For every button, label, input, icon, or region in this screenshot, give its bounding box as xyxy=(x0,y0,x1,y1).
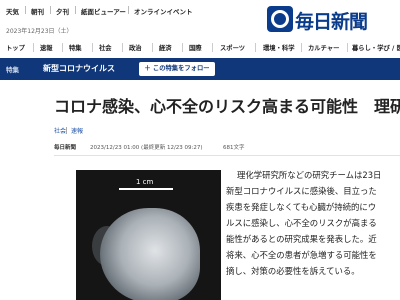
article-source: 毎日新聞 xyxy=(54,145,77,151)
current-date: 2023年12月23日（土） xyxy=(6,28,73,35)
divider xyxy=(301,43,302,52)
char-count: 681文字 xyxy=(223,145,245,151)
evening-edition-link[interactable]: 夕刊 xyxy=(56,6,69,16)
divider xyxy=(182,43,183,52)
divider xyxy=(92,43,93,52)
article-title: コロナ感染、心不全のリスク高まる可能性 理研 xyxy=(54,97,400,116)
body-line: 疾患を発症しなくても心臓が持続的にウ xyxy=(226,202,377,212)
divider xyxy=(122,43,123,52)
weather-link[interactable]: 天気 xyxy=(6,6,19,16)
category-link-society[interactable]: 社会 xyxy=(54,126,66,135)
article-photo[interactable]: 1 cm xyxy=(76,170,221,300)
nav-item-society[interactable]: 社会 xyxy=(99,43,112,52)
category-link-breaking[interactable]: 速報 xyxy=(71,126,83,135)
feature-tag: 特集 xyxy=(6,66,19,74)
divider xyxy=(75,6,76,14)
divider xyxy=(33,43,34,52)
article-body: 理化学研究所などの研究チームは23日 新型コロナウイルスに感染後、目立った 疾患… xyxy=(226,167,400,279)
photo-scale-label: 1 cm xyxy=(136,178,154,186)
divider xyxy=(54,155,400,156)
nav-item-life[interactable]: 暮らし・学び / 医療 xyxy=(352,43,400,52)
feature-title[interactable]: 新型コロナウイルス xyxy=(43,63,115,74)
divider xyxy=(255,43,256,52)
body-line: 将来、心不全の患者が急増する可能性を xyxy=(226,250,377,260)
site-logo[interactable]: 毎日新聞 xyxy=(267,6,395,33)
body-line: 摘し、対策の必要性を訴えている。 xyxy=(226,266,360,276)
body-line: 理化学研究所などの研究チームは23日 xyxy=(237,170,382,180)
body-line: ルスに感染し、心不全のリスクが高まる xyxy=(226,218,377,228)
divider xyxy=(212,43,213,52)
feature-band: 特集 新型コロナウイルス ＋ この特集をフォロー xyxy=(0,58,400,80)
nav-item-economy[interactable]: 経済 xyxy=(159,43,172,52)
photo-scale-bar xyxy=(119,188,173,190)
body-line: 新型コロナウイルスに感染後、目立った xyxy=(226,186,377,196)
nav-item-features[interactable]: 特集 xyxy=(69,43,82,52)
photo-tissue-sample xyxy=(100,208,200,300)
morning-edition-link[interactable]: 朝刊 xyxy=(31,6,44,16)
nav-item-top[interactable]: トップ xyxy=(6,43,25,52)
publish-timestamp: 2023/12/23 01:00 (最終更新 12/23 09:27) xyxy=(90,145,203,151)
paper-viewer-link[interactable]: 紙面ビューアー xyxy=(81,6,126,16)
nav-item-international[interactable]: 国際 xyxy=(189,43,202,52)
divider xyxy=(128,6,129,14)
divider xyxy=(25,6,26,14)
nav-item-politics[interactable]: 政治 xyxy=(129,43,142,52)
logo-text: 毎日新聞 xyxy=(295,11,368,33)
body-line: 能性があるとの研究成果を発表した。近 xyxy=(226,234,377,244)
main-nav: トップ 速報 特集 社会 政治 経済 国際 スポーツ 環境・科学 カルチャー 暮… xyxy=(0,38,400,57)
nav-item-breaking[interactable]: 速報 xyxy=(40,43,53,52)
nav-item-science[interactable]: 環境・科学 xyxy=(263,43,294,52)
divider xyxy=(152,43,153,52)
divider xyxy=(347,43,348,52)
follow-feature-button[interactable]: ＋ この特集をフォロー xyxy=(139,62,215,76)
divider xyxy=(62,43,63,52)
online-events-link[interactable]: オンラインイベント xyxy=(134,6,193,16)
nav-item-sports[interactable]: スポーツ xyxy=(220,43,245,52)
divider xyxy=(50,6,51,14)
nav-item-culture[interactable]: カルチャー xyxy=(308,43,339,52)
logo-mark-icon xyxy=(267,6,293,32)
divider xyxy=(66,127,67,134)
